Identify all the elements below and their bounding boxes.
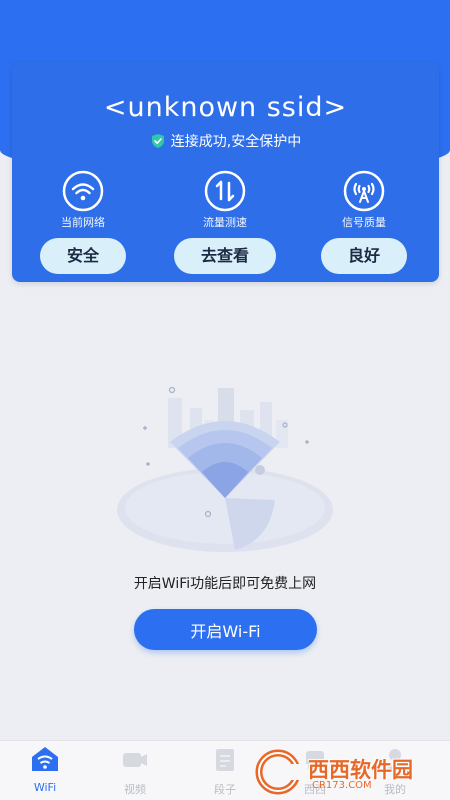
stat-label: 当前网络 bbox=[61, 216, 105, 229]
tab-video[interactable]: 视频 bbox=[100, 741, 170, 800]
tab-wifi[interactable]: WiFi bbox=[10, 741, 80, 800]
signal-tower-icon bbox=[343, 170, 385, 212]
signal-quality-badge: 良好 bbox=[321, 238, 407, 274]
speed-icon bbox=[204, 170, 246, 212]
network-safety-badge: 安全 bbox=[40, 238, 126, 274]
watermark-logo-icon bbox=[255, 749, 308, 795]
wifi-icon bbox=[62, 170, 104, 212]
stat-current-network: 当前网络 安全 bbox=[28, 170, 138, 274]
watermark-sub-text: CR173.COM bbox=[312, 780, 372, 791]
enable-wifi-prompt: 开启WiFi功能后即可免费上网 bbox=[133, 576, 317, 592]
stat-signal-quality: 信号质量 良好 bbox=[309, 170, 419, 274]
stat-label: 信号质量 bbox=[342, 216, 386, 229]
network-status-card: <unknown ssid> 连接成功,安全保护中 当前网络 安全 流量测速 去… bbox=[12, 62, 439, 282]
stat-speed-test[interactable]: 流量测速 去查看 bbox=[170, 170, 280, 274]
document-icon bbox=[216, 749, 234, 771]
connection-status-text: 连接成功,安全保护中 bbox=[170, 134, 302, 150]
enable-wifi-button[interactable]: 开启Wi-Fi bbox=[134, 609, 317, 650]
stats-row: 当前网络 安全 流量测速 去查看 信号质量 良好 bbox=[12, 170, 439, 280]
video-icon bbox=[123, 753, 147, 767]
speed-test-button[interactable]: 去查看 bbox=[174, 238, 276, 274]
shield-check-icon bbox=[151, 134, 164, 148]
tab-label: 视频 bbox=[124, 783, 146, 796]
ssid-title: <unknown ssid> bbox=[103, 92, 348, 123]
stat-label: 流量测速 bbox=[203, 216, 247, 229]
watermark: 西西软件园 CR173.COM bbox=[250, 746, 440, 798]
tab-label: WiFi bbox=[33, 781, 57, 794]
home-wifi-icon bbox=[32, 747, 58, 771]
no-wifi-illustration bbox=[117, 386, 333, 552]
connection-status: 连接成功,安全保护中 bbox=[12, 131, 439, 151]
